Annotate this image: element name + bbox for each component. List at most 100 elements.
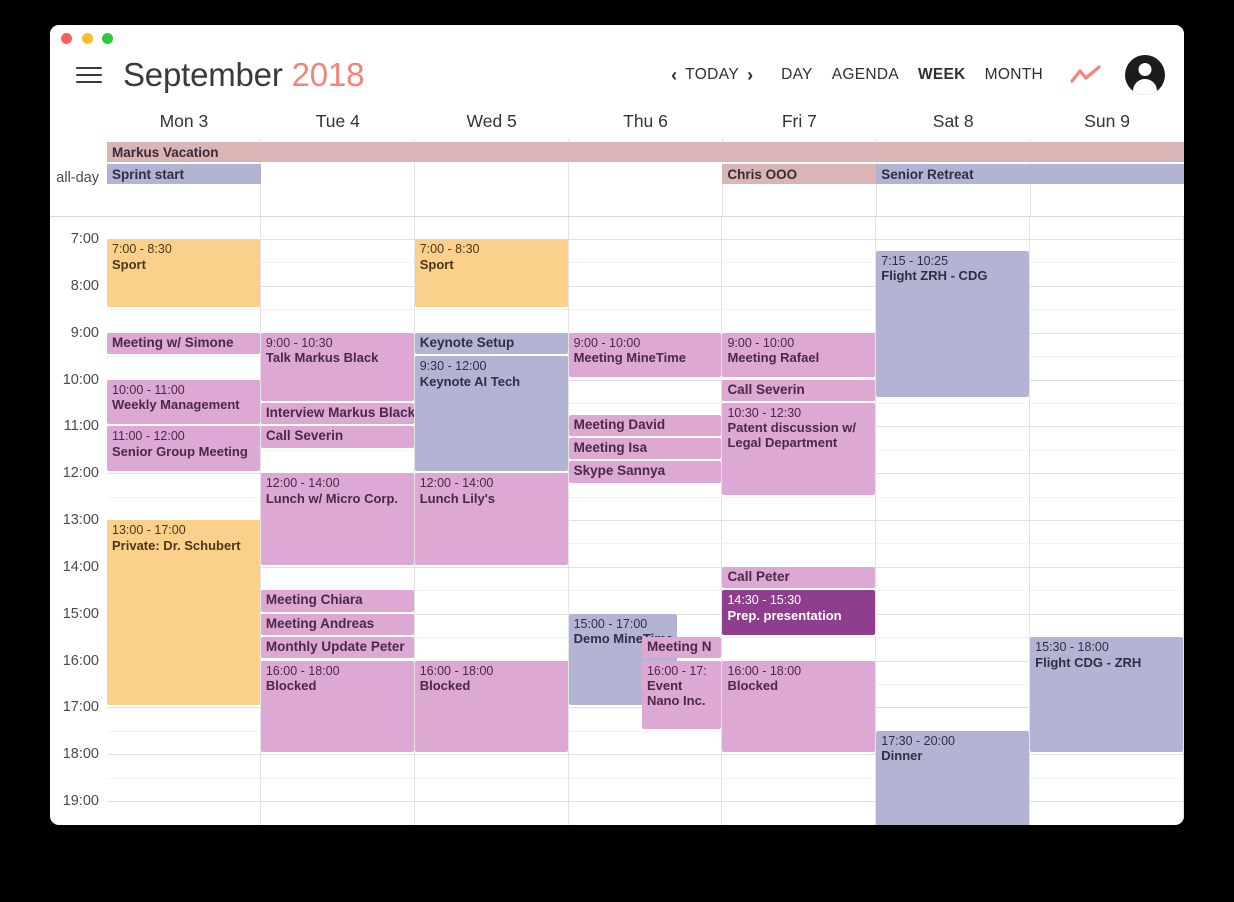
time-grid: 7:00 8:00 9:00 10:00 11:00 12:00 13:00 14:00 15:… (50, 217, 1184, 825)
event-time: 9:00 - 10:00 (573, 335, 641, 350)
minimize-window-button[interactable] (82, 33, 93, 44)
calendar-event[interactable]: 7:00 - 8:30 Sport (414, 239, 568, 308)
day-header-tue: Tue 4 (315, 110, 360, 131)
calendar-event[interactable]: Interview Markus Black (260, 402, 414, 425)
time-label: 15:00 (62, 605, 99, 622)
hamburger-menu-icon[interactable] (76, 65, 102, 85)
time-label: 7:00 (70, 231, 99, 247)
all-day-event[interactable]: Senior Retreat (876, 164, 1184, 184)
event-time: 13:00 - 17:00 (112, 523, 186, 537)
day-column[interactable]: 9:00 - 10:30 Talk Markus Black Interview M… (259, 217, 414, 825)
calendar-event[interactable]: Meeting Andreas (260, 613, 414, 636)
calendar-event[interactable]: 12:00 - 14:00 Lunch w/ Micro Corp. (260, 473, 414, 565)
event-time: 9:30 - 12:00 (419, 359, 487, 374)
tab-day[interactable]: DAY (781, 66, 813, 84)
maximize-window-button[interactable] (102, 33, 113, 44)
time-label: 19:00 (62, 793, 99, 809)
calendar-event[interactable]: 17:30 - 20:00 Dinner (876, 730, 1030, 825)
calendar-event[interactable]: Meeting Isa (568, 438, 722, 460)
time-label: 14:00 (62, 558, 99, 575)
event-time: 9:00 - 10:30 (265, 335, 333, 350)
calendar-event[interactable]: 10:30 - 12:30 Patent discussion w/ Legal … (722, 402, 876, 495)
day-column[interactable]: 15:30 - 18:00 Flight CDG - ZRH (1029, 217, 1184, 825)
event-title: Meeting Andreas (265, 615, 375, 631)
calendar-event[interactable]: Skype Sannya (568, 461, 722, 483)
event-time: 10:00 - 11:00 (112, 382, 185, 397)
event-title: Talk Markus Black (265, 350, 379, 366)
calendar-event[interactable]: Call Severin (260, 426, 414, 448)
day-columns: 7:00 - 8:30 Sport Meeting w/ Simone 10:00 -… (107, 217, 1184, 825)
day-column[interactable]: 9:00 - 10:00 Meeting Rafael Call Severin 10… (721, 217, 876, 825)
event-title: Meeting Chiara (265, 592, 363, 608)
event-title: Meeting MineTime (573, 350, 687, 366)
day-header-wed: Wed 5 (466, 110, 517, 131)
calendar-event[interactable]: Call Severin (722, 379, 876, 401)
day-header-sun: Sun 9 (1084, 110, 1130, 131)
event-title: Skype Sannya (573, 463, 666, 479)
calendar-event[interactable]: Meeting w/ Simone (107, 332, 260, 355)
view-tabs: DAY AGENDA WEEK MONTH (781, 66, 1043, 84)
event-time: 15:30 - 18:00 (1035, 640, 1109, 655)
calendar-event[interactable]: 16:00 - 17: Event Nano Inc. (641, 660, 722, 729)
event-title: Meeting N (646, 639, 712, 655)
calendar-event[interactable]: 15:30 - 18:00 Flight CDG - ZRH (1030, 637, 1184, 753)
day-column[interactable]: 7:00 - 8:30 Sport Meeting w/ Simone 10:00 -… (107, 217, 260, 825)
event-title: Meeting Rafael (727, 350, 820, 366)
calendar-event[interactable]: Keynote Setup (414, 332, 568, 355)
all-day-event[interactable]: Chris OOO (722, 164, 877, 184)
event-title: Flight ZRH - CDG (881, 268, 988, 284)
calendar-event[interactable]: 9:30 - 12:00 Keynote AI Tech (414, 356, 568, 472)
trend-line-icon[interactable] (1069, 63, 1103, 87)
event-title: Lunch w/ Micro Corp. (265, 490, 399, 506)
all-day-event[interactable]: Sprint start (107, 164, 261, 184)
calendar-event[interactable]: 16:00 - 18:00 Blocked (722, 660, 876, 753)
prev-week-button[interactable]: ‹ (667, 66, 681, 84)
calendar-event[interactable]: Call Peter (722, 566, 876, 589)
tab-week[interactable]: WEEK (918, 66, 966, 84)
close-window-button[interactable] (61, 33, 72, 44)
day-column[interactable]: 7:15 - 10:25 Flight ZRH - CDG 17:30 - 20:0… (875, 217, 1030, 825)
event-time: 16:00 - 18:00 (419, 663, 494, 678)
calendar-event[interactable]: 9:00 - 10:00 Meeting MineTime (568, 332, 722, 378)
day-header-sat: Sat 8 (932, 110, 974, 131)
tab-agenda[interactable]: AGENDA (832, 66, 899, 84)
all-day-event-title: Sprint start (112, 166, 185, 182)
all-day-event-title: Markus Vacation (112, 144, 219, 160)
event-title: Blocked (265, 678, 317, 693)
tab-month[interactable]: MONTH (985, 66, 1043, 84)
calendar-event[interactable]: 9:00 - 10:30 Talk Markus Black (260, 332, 414, 401)
event-title: Keynote Setup (419, 334, 515, 350)
event-title: Blocked (419, 678, 471, 693)
event-time: 16:00 - 17: (646, 663, 707, 678)
calendar-event[interactable]: 16:00 - 18:00 Blocked (414, 660, 568, 753)
calendar-event[interactable]: 13:00 - 17:00 Private: Dr. Schubert (107, 520, 260, 706)
event-title: Flight CDG - ZRH (1035, 654, 1142, 670)
event-title: Call Severin (265, 428, 344, 444)
today-button[interactable]: TODAY (681, 66, 743, 84)
calendar-event[interactable]: 10:00 - 11:00 Weekly Management (107, 379, 260, 425)
event-title: Patent discussion w/ Legal Department (727, 420, 857, 451)
all-day-event-title: Chris OOO (727, 166, 798, 182)
all-day-events: Markus Vacation Sprint start Chris OOO Seni… (107, 139, 1184, 216)
calendar-event[interactable]: 12:00 - 14:00 Lunch Lily's (414, 473, 568, 565)
event-title: Event Nano Inc. (646, 678, 706, 709)
calendar-event[interactable]: Monthly Update Peter (260, 637, 414, 659)
next-week-button[interactable]: › (743, 66, 757, 84)
all-day-event[interactable]: Markus Vacation (107, 142, 1184, 162)
calendar-event[interactable]: 14:30 - 15:30 Prep. presentation (722, 590, 876, 636)
day-column[interactable]: 9:00 - 10:00 Meeting MineTime Meeting Davi… (567, 217, 722, 825)
calendar-event[interactable]: Meeting David (568, 414, 722, 437)
calendar-event[interactable]: Meeting N (641, 637, 722, 659)
calendar-event[interactable]: 9:00 - 10:00 Meeting Rafael (722, 332, 876, 378)
user-avatar-icon[interactable] (1125, 55, 1165, 95)
day-column[interactable]: 7:00 - 8:30 Sport Keynote Setup 9:30 - 12:0… (413, 217, 568, 825)
time-label: 12:00 (62, 465, 99, 482)
time-label: 16:00 (62, 652, 99, 669)
calendar-event[interactable]: 11:00 - 12:00 Senior Group Meeting (107, 426, 260, 472)
event-time: 15:00 - 17:00 (573, 616, 648, 631)
calendar-event[interactable]: 16:00 - 18:00 Blocked (260, 660, 414, 753)
calendar-event[interactable]: 7:00 - 8:30 Sport (107, 239, 260, 308)
calendar-event[interactable]: 7:15 - 10:25 Flight ZRH - CDG (876, 250, 1030, 398)
calendar-event[interactable]: Meeting Chiara (260, 590, 414, 612)
day-header-row: Mon 3 Tue 4 Wed 5 Thu 6 Fri 7 Sat 8 Sun … (50, 103, 1184, 139)
